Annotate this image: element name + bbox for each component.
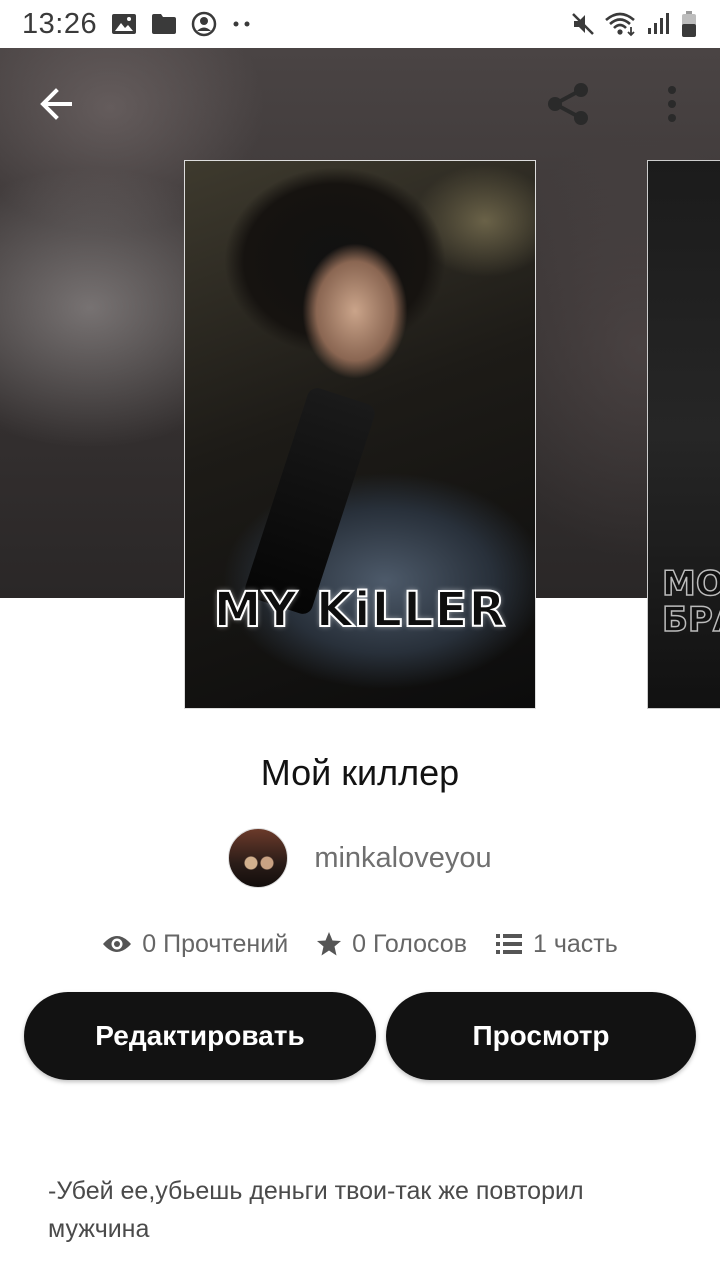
parts-count: 1 часть [532,929,618,958]
next-story-cover[interactable]: MO БРА [647,160,720,709]
votes-stat: 0 Голосов [316,930,467,959]
eye-icon [103,936,132,952]
account-circle-icon [191,11,217,37]
votes-count: 0 Голосов [352,929,467,958]
story-title: Мой киллер [260,752,460,793]
cover-title-text: MY KiLLER [213,581,507,639]
image-icon [111,12,137,36]
reads-stat: 0 Прочтений [102,930,288,959]
avatar[interactable] [228,828,289,888]
reads-count: 0 Прочтений [142,929,289,958]
status-right [570,10,698,38]
parts-stat: 1 часть [495,930,618,959]
wifi-icon [604,11,638,37]
folder-icon [151,13,177,35]
more-vert-icon [668,86,676,122]
screen: 13:26 MY KiLLER MO БР Мой киллер minkalo… [0,0,720,1280]
list-icon [495,934,522,954]
view-button[interactable]: Просмотр [386,992,696,1080]
toolbar [0,48,720,160]
story-description: -Убей ее,убьешь деньги твои-так же повто… [48,1177,584,1243]
back-button[interactable] [28,76,84,132]
status-bar: 13:26 [0,0,720,48]
share-button[interactable] [538,74,598,134]
more-options-button[interactable] [650,74,694,134]
status-time: 13:26 [22,7,98,40]
mute-icon [570,11,596,37]
edit-button[interactable]: Редактировать [24,992,376,1080]
stats-row: 0 Прочтений 0 Голосов 1 часть [0,922,720,966]
more-dots-icon [231,19,253,29]
battery-icon [680,10,698,38]
star-icon [317,932,342,956]
next-cover-title-text: MO БРА [661,564,720,640]
share-icon [548,83,588,125]
author-name[interactable]: minkaloveyou [310,842,491,875]
arrow-left-icon [40,88,72,120]
action-buttons: Редактировать Просмотр [24,992,696,1080]
signal-icon [646,12,672,36]
status-left: 13:26 [22,8,253,41]
author-row[interactable]: minkaloveyou [0,828,720,888]
story-cover[interactable]: MY KiLLER [184,160,536,709]
